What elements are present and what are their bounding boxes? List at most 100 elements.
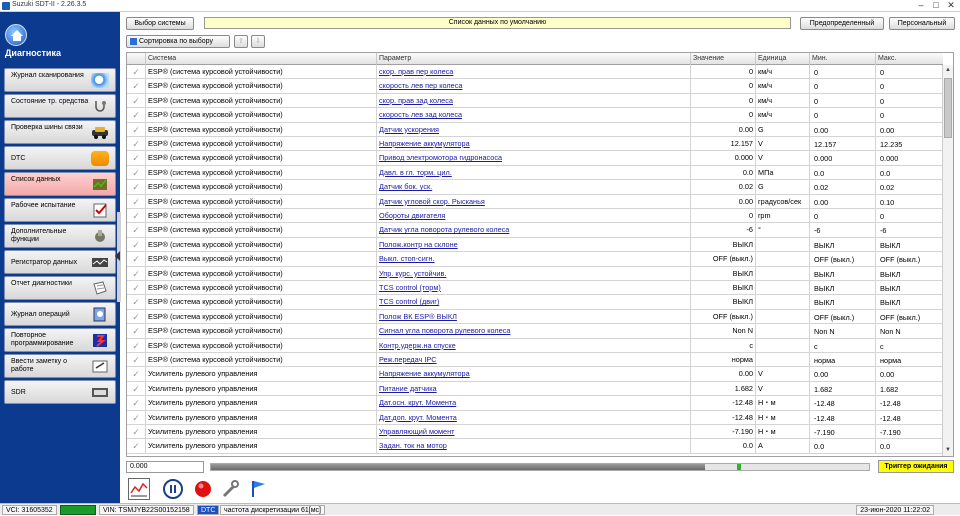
column-header-parameter[interactable]: Параметр — [377, 53, 691, 65]
table-row[interactable]: ✓ ESP® (система курсовой устойчивости) Кон… — [127, 338, 943, 353]
row-check-icon[interactable]: ✓ — [127, 439, 146, 454]
cell-parameter[interactable]: Дат.осн. крут. Момента — [377, 396, 691, 411]
table-row[interactable]: ✓ Усилитель рулевого управления Напряжение… — [127, 367, 943, 382]
cell-parameter[interactable]: Упр. курс. устойчив. — [377, 266, 691, 281]
cell-parameter[interactable]: Задан. ток на мотор — [377, 439, 691, 454]
cell-parameter[interactable]: Датчик угла поворота рулевого колеса — [377, 223, 691, 238]
marker-button[interactable] — [248, 478, 270, 500]
scroll-down-icon[interactable]: ▼ — [943, 445, 953, 456]
sidebar-item-data-list[interactable]: Список данных — [4, 172, 116, 196]
system-select-button[interactable]: Выбор системы — [126, 17, 194, 30]
row-check-icon[interactable]: ✓ — [127, 194, 146, 209]
scroll-thumb[interactable] — [944, 78, 952, 138]
cell-parameter[interactable]: Обороты двигателя — [377, 209, 691, 223]
row-check-icon[interactable]: ✓ — [127, 79, 146, 94]
row-check-icon[interactable]: ✓ — [127, 137, 146, 151]
table-row[interactable]: ✓ ESP® (система курсовой устойчивости) Дат… — [127, 223, 943, 238]
sidebar-item-dtc[interactable]: DTC — [4, 146, 116, 170]
sidebar-item-operation-log[interactable]: Журнал операций — [4, 302, 116, 326]
column-header-unit[interactable]: Единица — [756, 53, 810, 65]
table-row[interactable]: ✓ ESP® (система курсовой устойчивости) ско… — [127, 79, 943, 94]
row-check-icon[interactable]: ✓ — [127, 324, 146, 339]
sidebar-item-vehicle-state[interactable]: Состояние тр. средства — [4, 94, 116, 118]
column-header-min[interactable]: Мин. — [810, 53, 876, 65]
table-row[interactable]: ✓ ESP® (система курсовой устойчивости) Дат… — [127, 122, 943, 137]
maximize-button[interactable]: □ — [929, 0, 943, 11]
cell-parameter[interactable]: скор. прав пер колеса — [377, 65, 691, 79]
row-check-icon[interactable]: ✓ — [127, 410, 146, 425]
row-check-icon[interactable]: ✓ — [127, 223, 146, 238]
cell-parameter[interactable]: TCS control (торм) — [377, 281, 691, 295]
scroll-up-icon[interactable]: ▲ — [943, 65, 953, 76]
table-row[interactable]: ✓ ESP® (система курсовой устойчивости) Пол… — [127, 309, 943, 325]
cell-parameter[interactable]: Полож ВК ESP® ВЫКЛ — [377, 309, 691, 324]
row-check-icon[interactable]: ✓ — [127, 396, 146, 411]
table-row[interactable]: ✓ ESP® (система курсовой устойчивости) Нап… — [127, 137, 943, 152]
table-row[interactable]: ✓ ESP® (система курсовой устойчивости) Дав… — [127, 165, 943, 181]
cell-parameter[interactable]: Полож.контр на склоне — [377, 237, 691, 252]
table-row[interactable]: ✓ Усилитель рулевого управления Задан. ток… — [127, 439, 943, 454]
predefined-button[interactable]: Предопределенный — [800, 17, 884, 30]
row-check-icon[interactable]: ✓ — [127, 353, 146, 367]
table-row[interactable]: ✓ ESP® (система курсовой устойчивости) Дат… — [127, 180, 943, 195]
record-button[interactable] — [192, 478, 214, 500]
cell-parameter[interactable]: TCS control (двиг) — [377, 295, 691, 310]
sidebar-item-diag-report[interactable]: Отчет диагностики — [4, 276, 116, 300]
sidebar-item-data-recorder[interactable]: Регистратор данных — [4, 250, 116, 274]
personal-button[interactable]: Персональный — [889, 17, 955, 30]
cell-parameter[interactable]: Датчик ускорения — [377, 122, 691, 137]
table-row[interactable]: ✓ ESP® (система курсовой устойчивости) Сиг… — [127, 324, 943, 339]
row-check-icon[interactable]: ✓ — [127, 425, 146, 439]
row-check-icon[interactable]: ✓ — [127, 309, 146, 324]
settings-button[interactable] — [220, 478, 242, 500]
cell-parameter[interactable]: Датчик угловой скор. Рысканья — [377, 194, 691, 209]
graph-view-button[interactable] — [128, 478, 150, 500]
row-check-icon[interactable]: ✓ — [127, 165, 146, 180]
row-check-icon[interactable]: ✓ — [127, 295, 146, 310]
move-down-button[interactable]: ⇩ — [251, 35, 265, 48]
cell-parameter[interactable]: Выкл. стоп-сигн. — [377, 252, 691, 267]
table-row[interactable]: ✓ ESP® (система курсовой устойчивости) ско… — [127, 93, 943, 109]
table-row[interactable]: ✓ ESP® (система курсовой устойчивости) Пол… — [127, 237, 943, 253]
table-row[interactable]: ✓ Усилитель рулевого управления Управляющи… — [127, 425, 943, 440]
row-check-icon[interactable]: ✓ — [127, 209, 146, 223]
home-button[interactable] — [5, 24, 27, 46]
column-header-system[interactable]: Система — [146, 53, 377, 65]
cell-parameter[interactable]: Дат.доп. крут. Момента — [377, 410, 691, 425]
cell-parameter[interactable]: Питание датчика — [377, 381, 691, 396]
cell-parameter[interactable]: Датчик бок. уск. — [377, 180, 691, 195]
table-row[interactable]: ✓ ESP® (система курсовой устойчивости) TCS… — [127, 295, 943, 310]
table-row[interactable]: ✓ Усилитель рулевого управления Дат.доп. к… — [127, 410, 943, 425]
table-row[interactable]: ✓ ESP® (система курсовой устойчивости) Упр… — [127, 266, 943, 281]
column-header-max[interactable]: Макс. — [876, 53, 943, 65]
table-row[interactable]: ✓ ESP® (система курсовой устойчивости) ско… — [127, 65, 943, 80]
move-up-button[interactable]: ⇧ — [234, 35, 248, 48]
vertical-scrollbar[interactable]: ▲ ▼ — [942, 65, 953, 456]
cell-parameter[interactable]: скор. прав зад колеса — [377, 93, 691, 108]
collapse-sidebar-icon[interactable] — [115, 251, 120, 261]
table-row[interactable]: ✓ ESP® (система курсовой устойчивости) Дат… — [127, 194, 943, 209]
row-check-icon[interactable]: ✓ — [127, 93, 146, 108]
close-button[interactable]: ✕ — [944, 0, 958, 11]
column-header-value[interactable]: Значение — [691, 53, 756, 65]
row-check-icon[interactable]: ✓ — [127, 65, 146, 79]
sidebar-item-sdr[interactable]: SDR — [4, 380, 116, 404]
cell-parameter[interactable]: Напряжение аккумулятора — [377, 367, 691, 382]
sort-by-selection-button[interactable]: Сортировка по выбору — [126, 35, 230, 48]
row-check-icon[interactable]: ✓ — [127, 151, 146, 166]
table-row[interactable]: ✓ ESP® (система курсовой устойчивости) TCS… — [127, 281, 943, 296]
row-check-icon[interactable]: ✓ — [127, 338, 146, 353]
row-check-icon[interactable]: ✓ — [127, 281, 146, 295]
cell-parameter[interactable]: Привод электромотора гидронасоса — [377, 151, 691, 166]
cell-parameter[interactable]: скорость лев зад колеса — [377, 108, 691, 123]
pause-button[interactable] — [162, 478, 184, 500]
table-row[interactable]: ✓ Усилитель рулевого управления Питание да… — [127, 381, 943, 397]
table-row[interactable]: ✓ ESP® (система курсовой устойчивости) При… — [127, 151, 943, 166]
cell-parameter[interactable]: Управляющий момент — [377, 425, 691, 439]
table-row[interactable]: ✓ ESP® (система курсовой устойчивости) Обо… — [127, 209, 943, 224]
table-row[interactable]: ✓ ESP® (система курсовой устойчивости) Реж… — [127, 353, 943, 368]
sidebar-item-bus-check[interactable]: Проверка шины связи — [4, 120, 116, 144]
cell-parameter[interactable]: Сигнал угла поворота рулевого колеса — [377, 324, 691, 339]
cell-parameter[interactable]: Давл. в гл. торм. цил. — [377, 165, 691, 180]
sidebar-item-active-test[interactable]: Рабочее испытание — [4, 198, 116, 222]
